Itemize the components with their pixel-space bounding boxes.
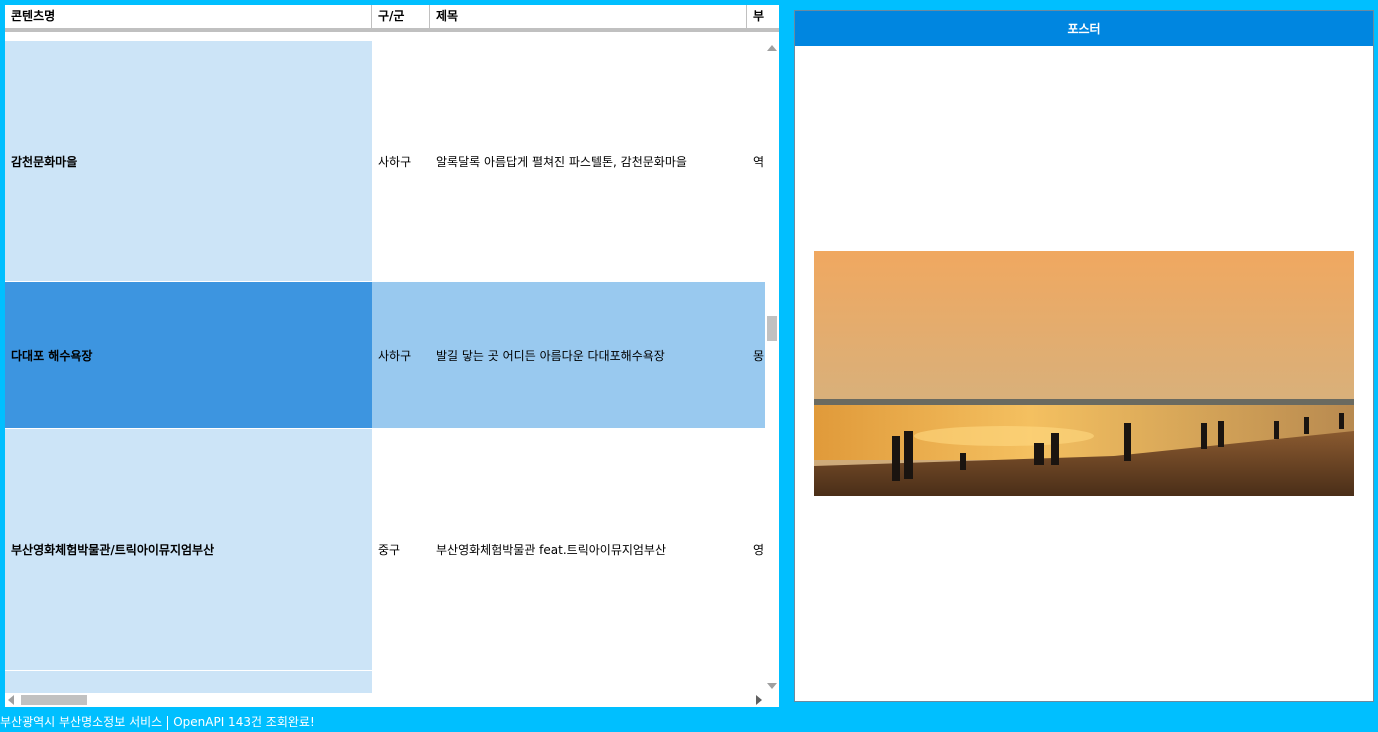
content-grid[interactable]: 콘텐츠명 구/군 제목 부 감천문화마을 사하구 알록달록 아름답게 펼쳐진 파… bbox=[5, 5, 779, 707]
cell-extra bbox=[747, 671, 765, 693]
cell-district: 사하구 bbox=[372, 282, 430, 428]
cell-district: 사하구 bbox=[378, 154, 412, 169]
scroll-right-icon[interactable] bbox=[756, 695, 762, 705]
vertical-scrollbar[interactable] bbox=[765, 41, 779, 693]
vertical-scroll-thumb[interactable] bbox=[767, 316, 777, 341]
status-bar: 부산광역시 부산명소정보 서비스 OpenAPI 143건 조회완료! bbox=[0, 712, 1378, 732]
table-row[interactable] bbox=[5, 671, 765, 693]
status-separator bbox=[167, 715, 169, 730]
column-header-content-name[interactable]: 콘텐츠명 bbox=[5, 5, 372, 28]
grid-rows: 감천문화마을 사하구 알록달록 아름답게 펼쳐진 파스텔톤, 감천문화마을 역 … bbox=[5, 41, 765, 693]
cell-district: 중구 bbox=[378, 543, 401, 557]
cell-extra: 영 bbox=[753, 543, 765, 557]
cell-district bbox=[372, 671, 430, 693]
cell-title: 부산영화체험박물관 feat.트릭아이뮤지엄부산 bbox=[436, 543, 667, 557]
scroll-down-icon[interactable] bbox=[767, 683, 777, 689]
status-service-name: 부산광역시 부산명소정보 서비스 bbox=[0, 715, 163, 729]
status-message: OpenAPI 143건 조회완료! bbox=[173, 715, 315, 729]
column-header-title[interactable]: 제목 bbox=[430, 5, 747, 28]
scroll-up-icon[interactable] bbox=[767, 45, 777, 51]
horizontal-scroll-thumb[interactable] bbox=[21, 695, 87, 705]
column-header-extra[interactable]: 부 bbox=[747, 5, 779, 28]
cell-content-name: 다대포 해수욕장 bbox=[5, 282, 372, 428]
cell-title: 발길 닿는 곳 어디든 아름다운 다대포해수욕장 bbox=[430, 282, 747, 428]
poster-panel: 포스터 bbox=[794, 10, 1374, 702]
cell-title: 알록달록 아름답게 펼쳐진 파스텔톤, 감천문화마을 bbox=[436, 154, 687, 169]
cell-content-name: 부산영화체험박물관/트릭아이뮤지엄부산 bbox=[5, 429, 372, 670]
horizontal-scrollbar[interactable] bbox=[5, 693, 765, 707]
table-row[interactable]: 부산영화체험박물관/트릭아이뮤지엄부산 중구 부산영화체험박물관 feat.트릭… bbox=[5, 429, 765, 670]
poster-image bbox=[814, 251, 1354, 496]
cell-title bbox=[430, 671, 747, 693]
column-header-district[interactable]: 구/군 bbox=[372, 5, 430, 28]
grid-header: 콘텐츠명 구/군 제목 부 bbox=[5, 5, 779, 32]
cell-content-name bbox=[5, 671, 372, 693]
table-row-selected[interactable]: 다대포 해수욕장 사하구 발길 닿는 곳 어디든 아름다운 다대포해수욕장 몽 bbox=[5, 282, 765, 428]
cell-extra: 역 bbox=[753, 154, 765, 169]
scroll-left-icon[interactable] bbox=[8, 695, 14, 705]
cell-content-name: 감천문화마을 bbox=[5, 41, 372, 281]
table-row[interactable]: 감천문화마을 사하구 알록달록 아름답게 펼쳐진 파스텔톤, 감천문화마을 역 bbox=[5, 41, 765, 281]
cell-extra: 몽 bbox=[747, 282, 765, 428]
poster-header: 포스터 bbox=[795, 11, 1373, 46]
